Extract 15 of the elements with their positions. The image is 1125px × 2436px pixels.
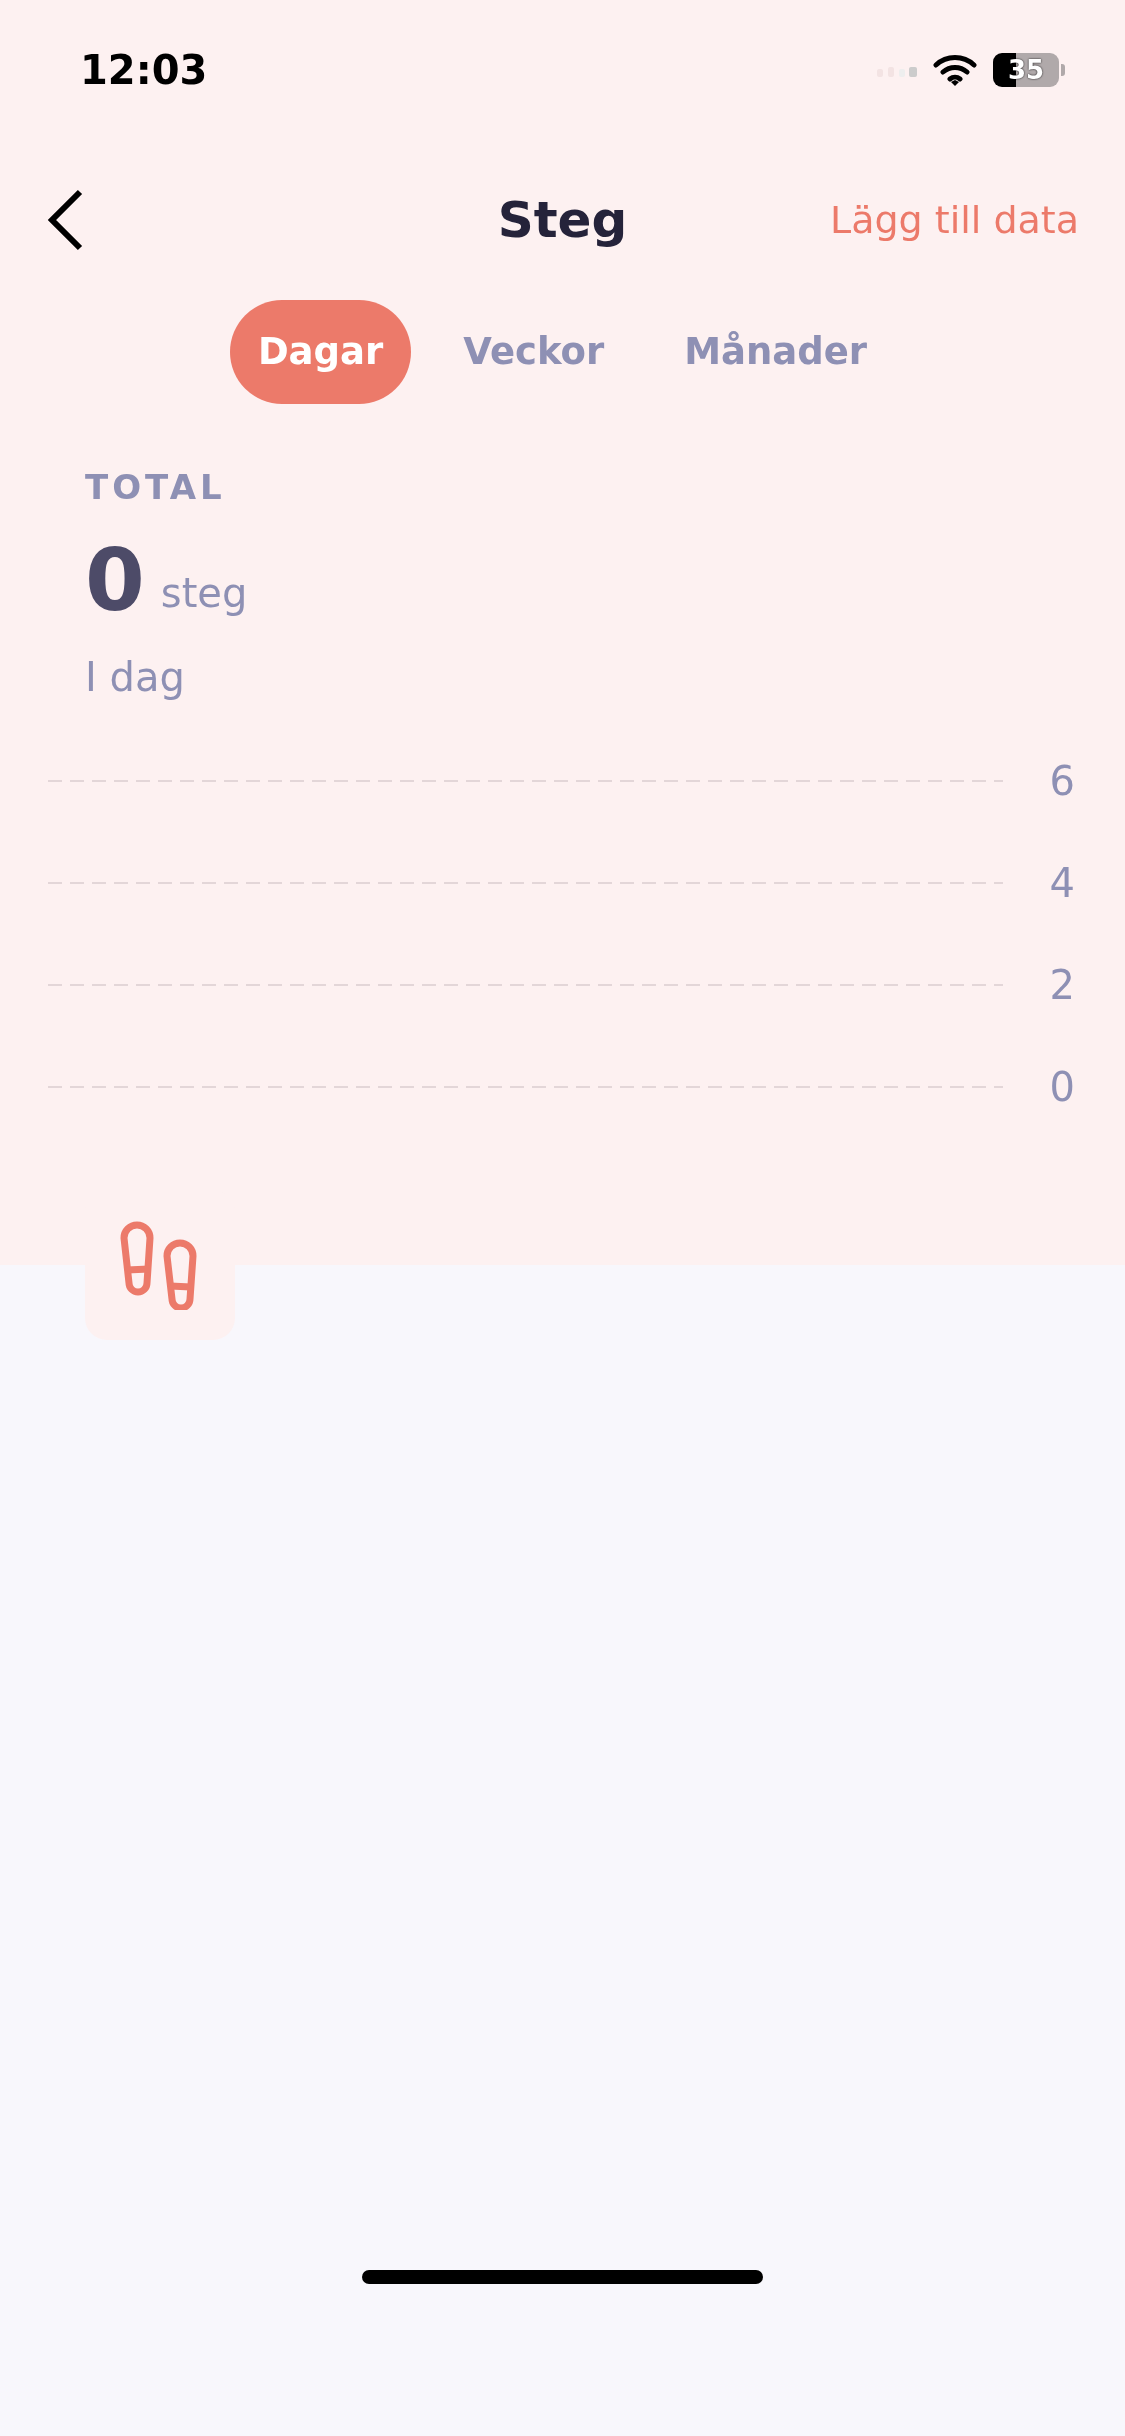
total-label: TOTAL [85,466,227,509]
step-count: 0 [85,537,145,623]
axis-tick-label: 6 [1049,758,1075,804]
period-tab[interactable]: Dagar [229,300,412,404]
period-tab[interactable]: Veckor [435,300,633,404]
screen-title: Steg [497,189,628,251]
axis-tick-label: 2 [1049,962,1075,1008]
unit-label: steg [160,569,248,618]
period-tab[interactable]: Månader [656,300,896,404]
clock-time: 12:03 [80,46,208,95]
add-data-link[interactable]: Lägg till data [829,191,1079,249]
axis-tick-label: 4 [1049,860,1075,906]
period-label: I dag [85,653,186,702]
wifi-icon [933,53,977,87]
axis-tick-label: 0 [1049,1064,1075,1110]
